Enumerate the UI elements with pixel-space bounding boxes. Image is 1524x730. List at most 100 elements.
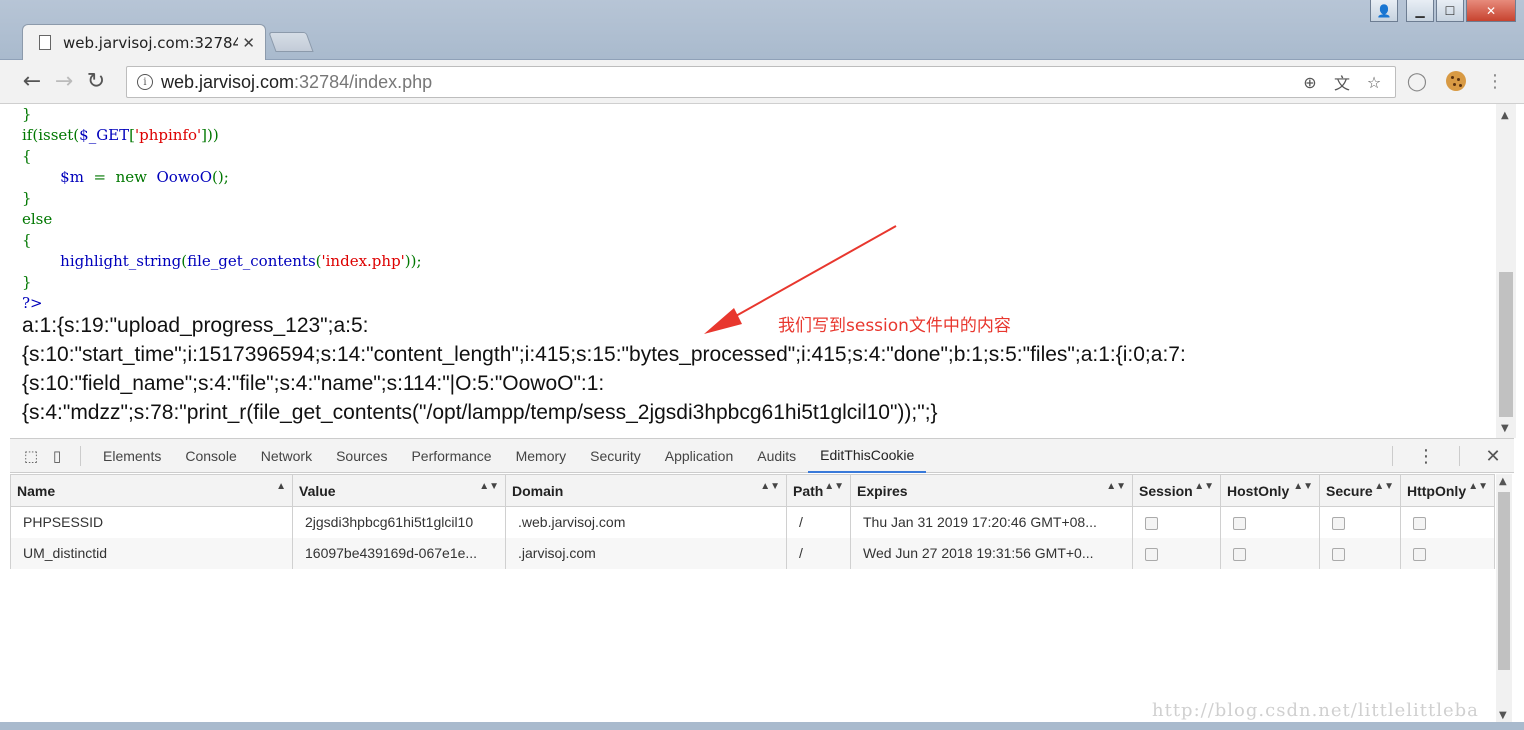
back-button[interactable]: ←	[16, 66, 48, 98]
close-window-button[interactable]: ✕	[1466, 0, 1516, 22]
cookie-domain[interactable]: .jarvisoj.com	[505, 537, 787, 569]
tab-sources[interactable]: Sources	[324, 439, 399, 473]
code-token: else	[22, 210, 53, 228]
tab-audits[interactable]: Audits	[745, 439, 808, 473]
devtools-scrollbar[interactable]: ▲ ▼	[1496, 474, 1512, 723]
code-line: }	[22, 188, 422, 209]
column-header-path[interactable]: Path ▲▼	[786, 474, 851, 507]
code-token: $_GET	[79, 126, 130, 144]
menu-icon[interactable]: ⋮	[1482, 68, 1508, 94]
column-header-secure[interactable]: Secure ▲▼	[1319, 474, 1401, 507]
column-header-domain[interactable]: Domain ▲▼	[505, 474, 787, 507]
table-row[interactable]: PHPSESSID 2jgsdi3hpbcg61hi5t1glcil10 .we…	[10, 506, 1495, 538]
tab-security[interactable]: Security	[578, 439, 653, 473]
httponly-checkbox-cell	[1400, 537, 1495, 569]
devtools-actions: ⋮ ✕	[1382, 443, 1506, 469]
scroll-thumb[interactable]	[1498, 492, 1510, 670]
close-tab-icon[interactable]: ✕	[242, 34, 255, 52]
column-header-hostonly[interactable]: HostOnly ▲▼	[1220, 474, 1320, 507]
tab-performance[interactable]: Performance	[399, 439, 503, 473]
cookie-icon[interactable]	[1446, 71, 1466, 91]
reload-button[interactable]: ↻	[80, 66, 112, 98]
forward-button[interactable]: →	[48, 66, 80, 98]
annotation-label: 我们写到session文件中的内容	[776, 311, 1013, 336]
column-header-expires[interactable]: Expires ▲▼	[850, 474, 1133, 507]
maximize-button[interactable]: ☐	[1436, 0, 1464, 22]
hostonly-checkbox[interactable]	[1233, 547, 1246, 561]
tab-memory[interactable]: Memory	[504, 439, 579, 473]
url-host: web.jarvisoj.com	[161, 71, 295, 92]
cookie-name[interactable]: UM_distinctid	[10, 537, 293, 569]
sort-icon[interactable]: ▲▼	[1293, 482, 1313, 492]
cookie-domain[interactable]: .web.jarvisoj.com	[505, 506, 787, 538]
code-token: ?>	[22, 294, 43, 312]
httponly-checkbox[interactable]	[1413, 517, 1426, 531]
tab-console[interactable]: Console	[173, 439, 248, 473]
cookie-expires[interactable]: Wed Jun 27 2018 19:31:56 GMT+0...	[850, 537, 1133, 569]
address-bar[interactable]: i web.jarvisoj.com:32784/index.php ⊕ 文 ☆	[126, 66, 1396, 98]
translate-icon[interactable]: 文	[1331, 71, 1353, 93]
column-header-value[interactable]: Value ▲▼	[292, 474, 506, 507]
table-header-row: Name ▲ Value ▲▼ Domain ▲▼ Path ▲▼ Expires ▲▼ …	[10, 474, 1495, 507]
sort-icon[interactable]: ▲▼	[1106, 482, 1126, 492]
sort-ascending-icon[interactable]: ▲	[276, 482, 286, 492]
minimize-button[interactable]: ▁	[1406, 0, 1434, 22]
inspect-element-icon[interactable]: ⬚	[18, 443, 44, 469]
window-frame-bottom	[0, 722, 1524, 730]
sort-icon[interactable]: ▲▼	[479, 482, 499, 492]
code-line: {	[22, 230, 422, 251]
devtools-close-icon[interactable]: ✕	[1480, 443, 1506, 469]
tab-network[interactable]: Network	[249, 439, 324, 473]
cookie-value[interactable]: 16097be439169d-067e1e...	[292, 537, 506, 569]
scroll-up-icon[interactable]: ▲	[1499, 476, 1507, 487]
scroll-down-icon[interactable]: ▼	[1501, 423, 1509, 434]
devtools-more-icon[interactable]: ⋮	[1413, 443, 1439, 469]
tab-application[interactable]: Application	[653, 439, 746, 473]
column-header-name[interactable]: Name ▲	[10, 474, 293, 507]
zoom-icon[interactable]: ⊕	[1299, 71, 1321, 93]
sort-icon[interactable]: ▲▼	[1374, 482, 1394, 492]
browser-toolbar: ← → ↻ i web.jarvisoj.com:32784/index.php…	[0, 60, 1524, 104]
bookmark-star-icon[interactable]: ☆	[1363, 71, 1385, 93]
page-scrollbar[interactable]: ▲ ▼	[1496, 104, 1516, 438]
device-toolbar-icon[interactable]: ▯	[44, 443, 70, 469]
sort-icon[interactable]: ▲▼	[824, 482, 844, 492]
code-line: if(isset($_GET['phpinfo']))	[22, 125, 422, 146]
cookie-value[interactable]: 2jgsdi3hpbcg61hi5t1glcil10	[292, 506, 506, 538]
tab-elements[interactable]: Elements	[91, 439, 173, 473]
code-token: ]))	[201, 126, 219, 144]
hostonly-checkbox-cell	[1220, 537, 1320, 569]
secure-checkbox[interactable]	[1332, 547, 1345, 561]
secure-checkbox[interactable]	[1332, 517, 1345, 531]
httponly-checkbox[interactable]	[1413, 547, 1426, 561]
hostonly-checkbox-cell	[1220, 506, 1320, 538]
sort-icon[interactable]: ▲▼	[1194, 482, 1214, 492]
column-header-httponly[interactable]: HttpOnly ▲▼	[1400, 474, 1495, 507]
code-token: {	[22, 147, 32, 165]
cookie-path[interactable]: /	[786, 537, 851, 569]
new-tab-button[interactable]	[268, 32, 314, 52]
cookie-path[interactable]: /	[786, 506, 851, 538]
session-checkbox[interactable]	[1145, 517, 1158, 531]
code-line: highlight_string(file_get_contents('inde…	[22, 251, 421, 272]
table-row[interactable]: UM_distinctid 16097be439169d-067e1e... .…	[10, 537, 1495, 569]
tab-editthiscookie[interactable]: EditThisCookie	[808, 439, 927, 473]
code-token: }	[22, 189, 32, 207]
user-icon[interactable]: 👤	[1370, 0, 1398, 22]
session-checkbox-cell	[1132, 506, 1221, 538]
hostonly-checkbox[interactable]	[1233, 517, 1246, 531]
sort-icon[interactable]: ▲▼	[1468, 482, 1488, 492]
sort-icon[interactable]: ▲▼	[760, 482, 780, 492]
column-header-session[interactable]: Session ▲▼	[1132, 474, 1221, 507]
cookie-name[interactable]: PHPSESSID	[10, 506, 293, 538]
info-icon[interactable]: i	[137, 74, 153, 90]
code-token: ();	[212, 168, 229, 186]
browser-tab[interactable]: web.jarvisoj.com:32784 ✕	[22, 24, 266, 60]
extension-circle-icon[interactable]: ◯	[1404, 68, 1430, 94]
scroll-thumb[interactable]	[1499, 272, 1513, 417]
cookie-expires[interactable]: Thu Jan 31 2019 17:20:46 GMT+08...	[850, 506, 1133, 538]
code-token: }	[22, 273, 32, 291]
scroll-up-icon[interactable]: ▲	[1501, 110, 1509, 121]
session-checkbox[interactable]	[1145, 547, 1158, 561]
secure-checkbox-cell	[1319, 537, 1401, 569]
